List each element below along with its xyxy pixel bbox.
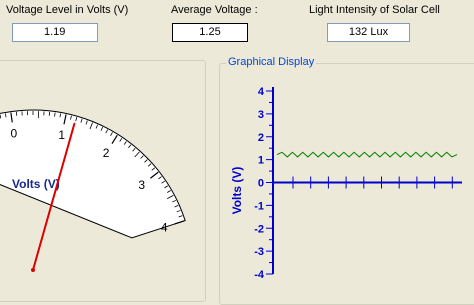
average-voltage-value: 1.25 xyxy=(199,26,220,38)
light-intensity-label: Light Intensity of Solar Cell xyxy=(309,4,440,16)
gauge-scale-label: 0 xyxy=(10,126,17,140)
gauge-face xyxy=(0,110,185,238)
graphical-display-legend: Graphical Display xyxy=(226,56,316,68)
graphical-display-groupbox xyxy=(219,63,474,305)
gauge-minor-tick xyxy=(55,113,56,117)
light-intensity-field[interactable]: 132 Lux xyxy=(327,23,410,42)
light-intensity-value: 132 Lux xyxy=(349,26,388,38)
gauge-pivot xyxy=(31,268,35,272)
gauge-scale-label: 2 xyxy=(103,146,110,160)
voltmeter-gauge: 0 1 2 3 4 Volts (V) xyxy=(0,0,200,287)
gauge-scale-label: 1 xyxy=(58,128,65,142)
gauge-unit-label: Volts (V) xyxy=(12,177,60,191)
gauge-scale-label: 4 xyxy=(161,220,168,234)
gauge-scale-label: 3 xyxy=(138,178,145,192)
